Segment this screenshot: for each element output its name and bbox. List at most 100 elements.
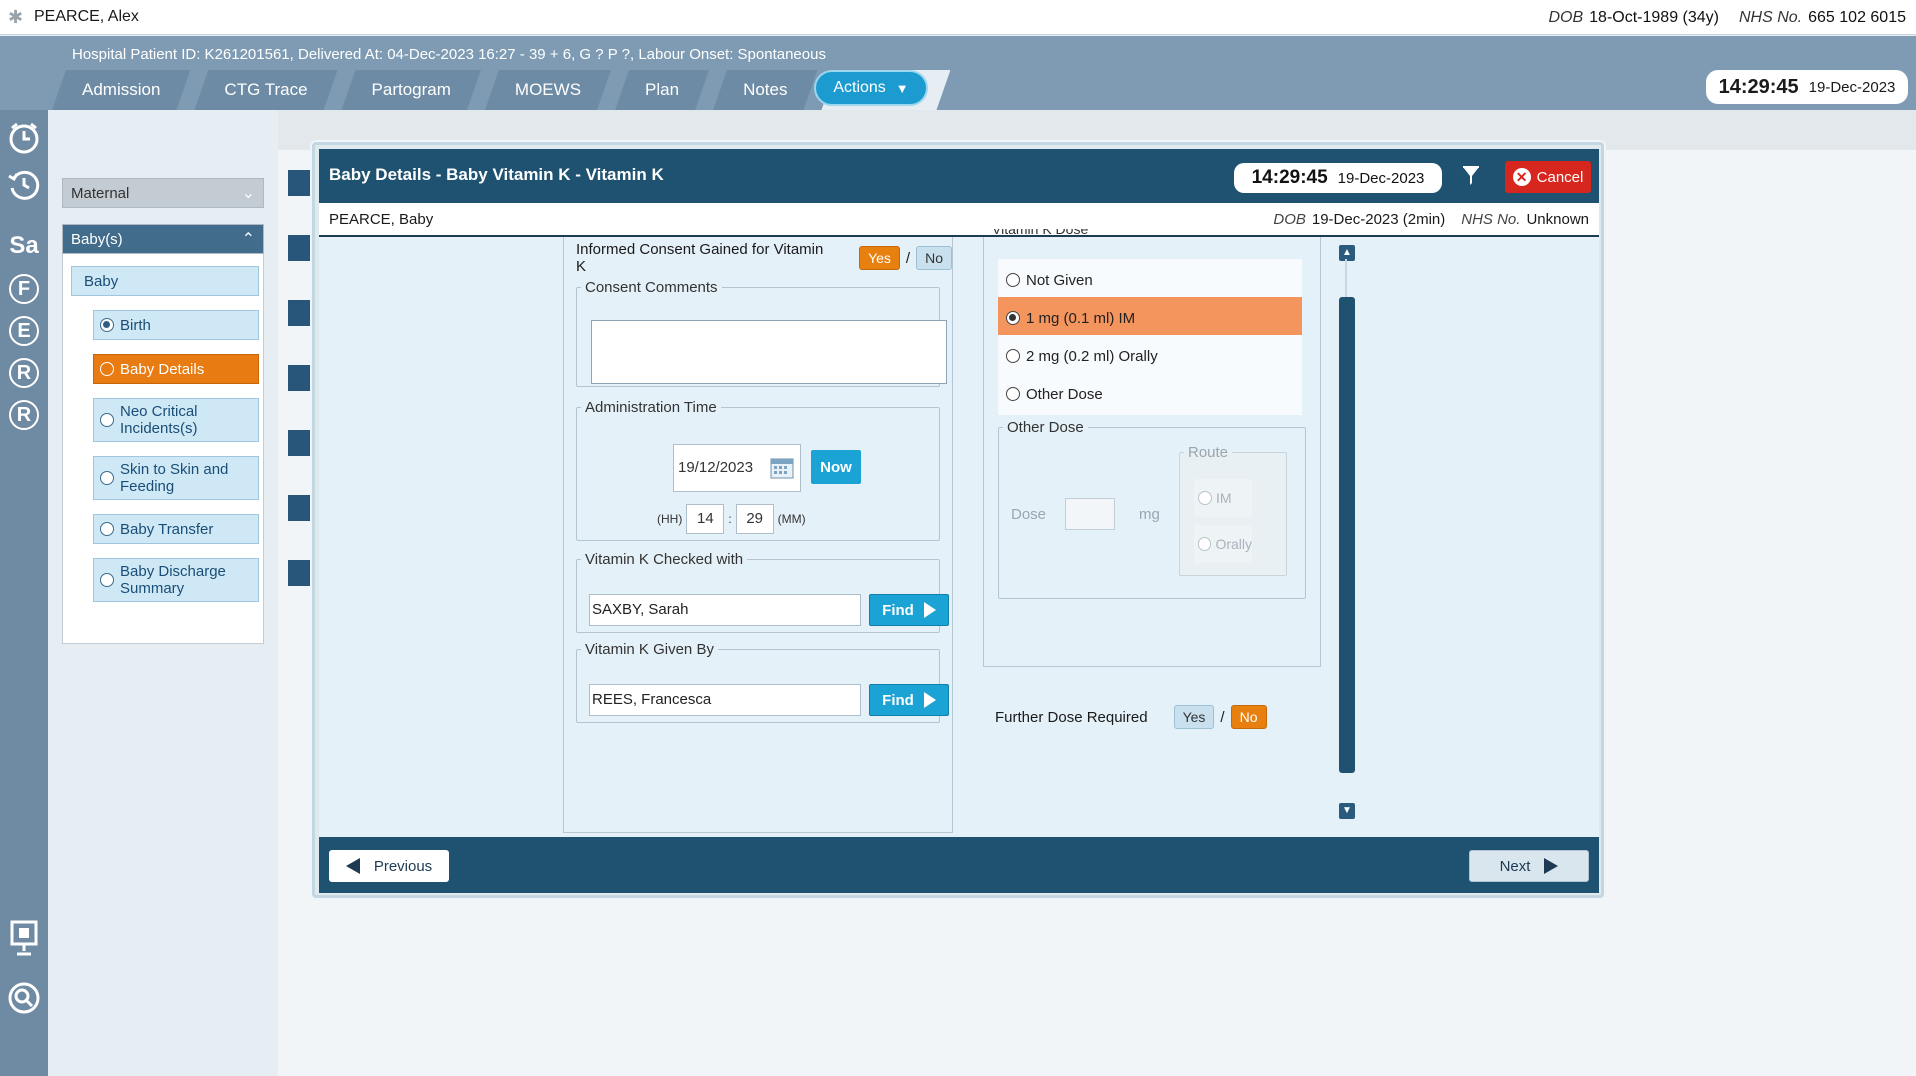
route-option-im[interactable]: IM (1194, 479, 1252, 517)
rail-item-r2[interactable]: R (0, 400, 48, 430)
dialog-body: Informed Consent Gained for Vitamin K Ye… (319, 229, 1599, 837)
tab-plan[interactable]: Plan (615, 70, 709, 110)
nav-item-baby-transfer[interactable]: Baby Transfer (93, 514, 259, 544)
given-by-find-button[interactable]: Find (869, 684, 949, 716)
consent-yes-button[interactable]: Yes (859, 246, 900, 270)
delivery-info: Hospital Patient ID: K261201561, Deliver… (72, 46, 826, 63)
dialog-clock-time: 14:29:45 (1251, 167, 1328, 188)
consent-comments-textarea[interactable] (591, 320, 947, 384)
baby-name: PEARCE, Baby (329, 210, 434, 228)
play-arrow-icon (923, 602, 936, 618)
checked-with-find-button[interactable]: Find (869, 594, 949, 626)
dialog-clock: 14:29:45 19-Dec-2023 (1234, 163, 1442, 193)
header-band: Hospital Patient ID: K261201561, Deliver… (0, 36, 1916, 110)
route-option-orally[interactable]: Orally (1194, 525, 1252, 563)
dob-value: 18-Oct-1989 (34y) (1589, 8, 1719, 26)
nav-item-baby[interactable]: Baby (71, 266, 259, 296)
checked-with-label: Vitamin K Checked with (585, 551, 744, 568)
radio-icon (100, 413, 114, 427)
dialog-footer: Previous Next (319, 837, 1599, 893)
minute-input[interactable]: 29 (735, 504, 774, 534)
further-dose-question: Further Dose Required Yes / No (995, 705, 1267, 729)
consent-comments-group: Consent Comments (576, 279, 947, 387)
further-dose-yes-button[interactable]: Yes (1173, 705, 1215, 729)
patient-banner: ✱ PEARCE, Alex DOB 18-Oct-1989 (34y) NHS… (0, 0, 1916, 35)
history-icon[interactable] (0, 166, 48, 206)
nav-item-skin-to-skin[interactable]: Skin to Skin and Feeding (93, 456, 259, 500)
hour-input[interactable]: 14 (686, 504, 725, 534)
radio-icon (1006, 349, 1020, 363)
nav-item-neo-critical-incidents[interactable]: Neo Critical Incidents(s) (93, 398, 259, 442)
consent-question: Informed Consent Gained for Vitamin K Ye… (576, 241, 952, 275)
consent-no-button[interactable]: No (916, 246, 952, 270)
scroll-up-icon[interactable]: ▲ (1339, 245, 1355, 261)
rail-item-f[interactable]: F (0, 274, 48, 304)
tab-admission[interactable]: Admission (52, 70, 190, 110)
accordion-maternal[interactable]: Maternal ⌄ (62, 178, 264, 208)
further-dose-no-button[interactable]: No (1230, 705, 1267, 729)
dose-option-not-given[interactable]: Not Given (998, 259, 1302, 301)
patient-star-icon: ✱ (8, 7, 24, 27)
tab-notes[interactable]: Notes (713, 70, 817, 110)
checked-with-input[interactable]: SAXBY, Sarah (589, 594, 861, 626)
tab-ctg-trace[interactable]: CTG Trace (194, 70, 337, 110)
tab-moews[interactable]: MOEWS (485, 70, 611, 110)
accordion-babies[interactable]: Baby(s) ⌃ (62, 224, 264, 254)
search-icon[interactable] (0, 980, 48, 1020)
previous-button[interactable]: Previous (329, 850, 449, 882)
other-dose-input[interactable] (1065, 498, 1115, 530)
dose-option-2mg-orally[interactable]: 2 mg (0.2 ml) Orally (998, 335, 1302, 377)
nav-item-baby-discharge-summary[interactable]: Baby Discharge Summary (93, 558, 259, 602)
dose-option-1mg-im[interactable]: 1 mg (0.1 ml) IM (998, 297, 1302, 339)
calendar-icon[interactable] (770, 457, 794, 479)
tab-partogram[interactable]: Partogram (342, 70, 481, 110)
rail-item-sa[interactable]: Sa (0, 232, 48, 260)
radio-icon (100, 522, 114, 536)
other-dose-label: Other Dose (1007, 419, 1084, 436)
actions-button[interactable]: Actions ▼ (814, 70, 928, 106)
baby-dob-value: 19-Dec-2023 (2min) (1311, 211, 1446, 228)
checked-with-group: Vitamin K Checked with SAXBY, Sarah Find (576, 551, 949, 633)
next-button[interactable]: Next (1469, 850, 1589, 882)
slash-separator: / (1220, 708, 1225, 726)
chevron-down-icon: ⌄ (241, 185, 255, 202)
presentation-icon[interactable] (0, 918, 48, 960)
administration-date-field[interactable]: 19/12/2023 (673, 444, 801, 492)
dialog-scrollbar[interactable]: ▲ ▼ (1337, 237, 1357, 837)
filter-icon[interactable] (1461, 165, 1481, 187)
given-by-input[interactable]: REES, Francesca (589, 684, 861, 716)
babies-list: Baby Birth Baby Details Neo Critical Inc… (62, 254, 264, 644)
other-dose-amount-label: Dose (1011, 506, 1047, 523)
dose-group-label: Vitamin K Dose (992, 229, 1089, 237)
nav-item-birth[interactable]: Birth (93, 310, 259, 340)
section-nav: Maternal ⌄ Baby(s) ⌃ Baby Birth Baby Det… (62, 178, 264, 644)
radio-icon (1006, 311, 1020, 325)
further-dose-label: Further Dose Required (995, 708, 1148, 726)
time-colon: : (728, 512, 732, 526)
administration-time-label: Administration Time (585, 399, 717, 416)
now-button[interactable]: Now (811, 450, 861, 484)
radio-icon (100, 318, 114, 332)
scroll-down-icon[interactable]: ▼ (1339, 803, 1355, 819)
vitamin-k-left-column: Informed Consent Gained for Vitamin K Ye… (563, 237, 953, 833)
vitamin-k-dialog: Baby Details - Baby Vitamin K - Vitamin … (312, 142, 1604, 898)
radio-icon (1198, 491, 1212, 505)
dose-option-other[interactable]: Other Dose (998, 373, 1302, 415)
patient-demographics: DOB 18-Oct-1989 (34y) NHS No. 665 102 60… (1548, 0, 1906, 35)
rail-item-e[interactable]: E (0, 316, 48, 346)
nav-item-baby-details[interactable]: Baby Details (93, 354, 259, 384)
header-clock: 14:29:45 19-Dec-2023 (1706, 70, 1908, 104)
left-rail: Sa F E R R (0, 110, 48, 1076)
cancel-button[interactable]: ✕ Cancel (1505, 161, 1591, 193)
mm-label: (MM) (777, 512, 806, 526)
given-by-label: Vitamin K Given By (585, 641, 714, 658)
given-by-group: Vitamin K Given By REES, Francesca Find (576, 641, 949, 723)
rail-item-r1[interactable]: R (0, 358, 48, 388)
baby-banner: PEARCE, Baby DOB 19-Dec-2023 (2min) NHS … (319, 203, 1599, 237)
administration-time-fields: (HH) 14 : 29 (MM) (657, 504, 806, 534)
scroll-thumb[interactable] (1339, 297, 1355, 773)
nhs-value: 665 102 6015 (1808, 8, 1906, 26)
chevron-down-icon: ▼ (895, 80, 909, 96)
header-clock-time: 14:29:45 (1718, 75, 1799, 98)
alarm-clock-icon[interactable] (0, 120, 48, 160)
